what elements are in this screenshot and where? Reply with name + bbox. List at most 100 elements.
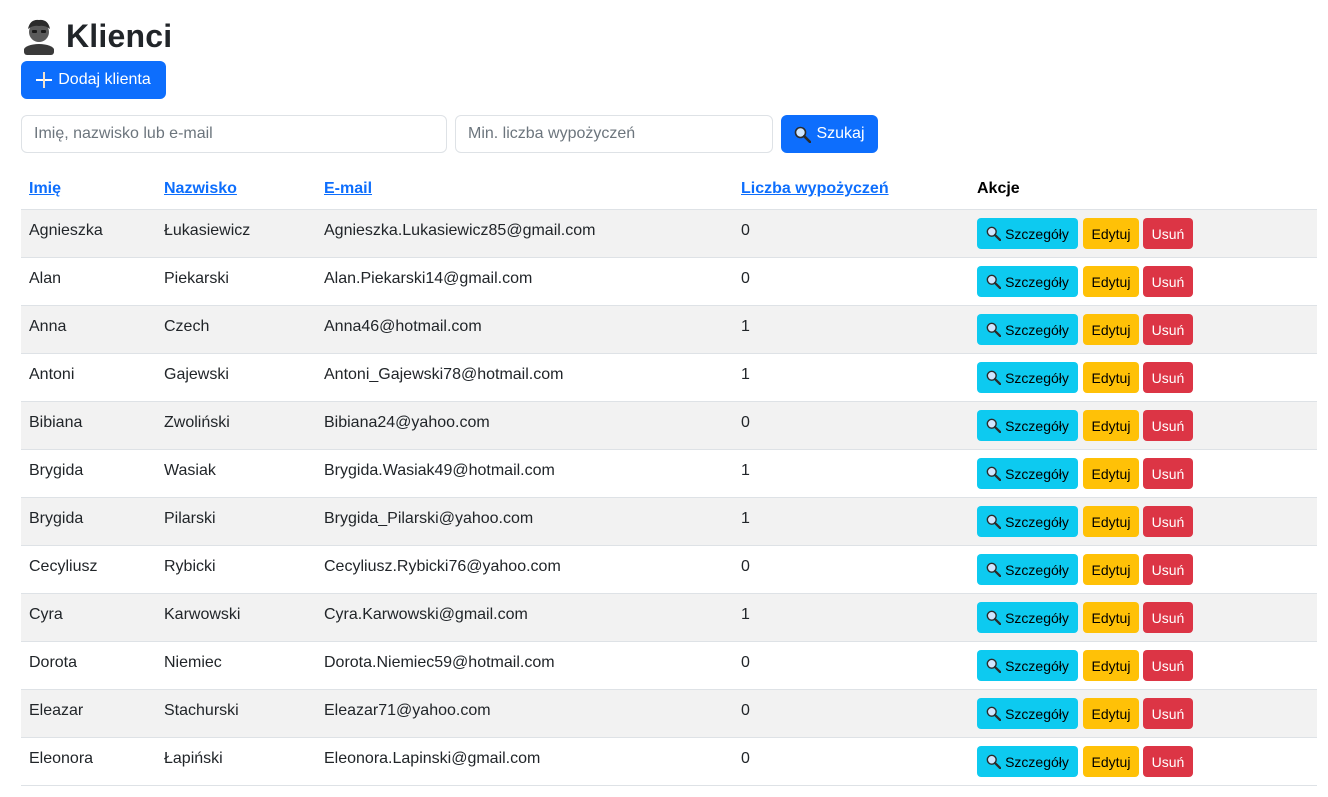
edit-button[interactable]: Edytuj [1083,506,1139,537]
delete-button[interactable]: Usuń [1143,266,1193,297]
table-row: Agnieszka Łukasiewicz Agnieszka.Lukasiewic… [21,210,1317,258]
edit-label: Edytuj [1091,465,1131,482]
sort-email-link[interactable]: E-mail [324,180,372,197]
delete-button[interactable]: Usuń [1143,218,1193,249]
edit-button[interactable]: Edytuj [1083,410,1139,441]
cell-last-name: Karwowski [164,606,241,623]
details-label: Szczegóły [1005,609,1069,626]
edit-button[interactable]: Edytuj [1083,362,1139,393]
cell-email: Alan.Piekarski14@gmail.com [324,270,533,287]
delete-button[interactable]: Usuń [1143,650,1193,681]
delete-button[interactable]: Usuń [1143,506,1193,537]
search-icon [986,274,1002,290]
edit-button[interactable]: Edytuj [1083,218,1139,249]
delete-button[interactable]: Usuń [1143,698,1193,729]
cell-rentals-count: 1 [741,510,750,527]
search-button-label: Szukaj [816,125,865,142]
details-button[interactable]: Szczegóły [977,650,1078,681]
min-rentals-input[interactable] [455,115,773,153]
header-last-name[interactable]: Nazwisko [164,180,237,198]
header-email[interactable]: E-mail [324,180,372,198]
sort-first-name-link[interactable]: Imię [29,180,61,197]
edit-button[interactable]: Edytuj [1083,458,1139,489]
details-label: Szczegóły [1005,273,1069,290]
cell-rentals-count: 0 [741,414,750,431]
details-button[interactable]: Szczegóły [977,410,1078,441]
edit-label: Edytuj [1091,609,1131,626]
edit-button[interactable]: Edytuj [1083,746,1139,777]
cell-rentals-count: 0 [741,750,750,767]
cell-last-name: Niemiec [164,654,222,671]
cell-last-name: Wasiak [164,462,216,479]
table-row: Cyra Karwowski Cyra.Karwowski@gmail.com 1 Sz… [21,594,1317,642]
cell-rentals-count: 1 [741,318,750,335]
edit-label: Edytuj [1091,657,1131,674]
cell-rentals-count: 0 [741,702,750,719]
page-header: Klienci [21,15,172,57]
search-button[interactable]: Szukaj [781,115,878,153]
cell-rentals-count: 1 [741,462,750,479]
cell-first-name: Cyra [29,606,63,623]
search-name-input[interactable] [21,115,447,153]
cell-rentals-count: 0 [741,654,750,671]
header-first-name[interactable]: Imię [29,180,61,198]
header-rentals[interactable]: Liczba wypożyczeń [741,180,889,198]
table-row: Brygida Pilarski Brygida_Pilarski@yahoo.co… [21,498,1317,546]
delete-button[interactable]: Usuń [1143,314,1193,345]
details-button[interactable]: Szczegóły [977,698,1078,729]
edit-button[interactable]: Edytuj [1083,698,1139,729]
cell-last-name: Pilarski [164,510,216,527]
details-button[interactable]: Szczegóły [977,746,1078,777]
edit-button[interactable]: Edytuj [1083,554,1139,585]
cell-rentals-count: 1 [741,606,750,623]
edit-button[interactable]: Edytuj [1083,266,1139,297]
cell-first-name: Dorota [29,654,78,671]
cell-email: Cyra.Karwowski@gmail.com [324,606,528,623]
add-client-button[interactable]: Dodaj klienta [21,61,166,99]
table-row: Antoni Gajewski Antoni_Gajewski78@hotmail.… [21,354,1317,402]
cell-first-name: Anna [29,318,67,335]
delete-button[interactable]: Usuń [1143,458,1193,489]
delete-button[interactable]: Usuń [1143,410,1193,441]
delete-button[interactable]: Usuń [1143,746,1193,777]
cell-email: Brygida.Wasiak49@hotmail.com [324,462,555,479]
cell-email: Brygida_Pilarski@yahoo.com [324,510,534,527]
edit-button[interactable]: Edytuj [1083,314,1139,345]
table-row: Cecyliusz Rybicki Cecyliusz.Rybicki76@yaho… [21,546,1317,594]
sort-last-name-link[interactable]: Nazwisko [164,180,237,197]
edit-button[interactable]: Edytuj [1083,602,1139,633]
details-label: Szczegóły [1005,225,1069,242]
search-icon [986,466,1002,482]
edit-label: Edytuj [1091,561,1131,578]
details-button[interactable]: Szczegóły [977,506,1078,537]
details-label: Szczegóły [1005,705,1069,722]
cell-last-name: Stachurski [164,702,239,719]
edit-label: Edytuj [1091,273,1131,290]
cell-first-name: Cecyliusz [29,558,98,575]
cell-last-name: Rybicki [164,558,216,575]
details-button[interactable]: Szczegóły [977,314,1078,345]
details-button[interactable]: Szczegóły [977,602,1078,633]
cell-email: Bibiana24@yahoo.com [324,414,490,431]
cell-rentals-count: 1 [741,366,750,383]
details-label: Szczegóły [1005,369,1069,386]
add-client-label: Dodaj klienta [58,71,151,88]
delete-button[interactable]: Usuń [1143,554,1193,585]
search-icon [986,514,1002,530]
delete-button[interactable]: Usuń [1143,602,1193,633]
details-button[interactable]: Szczegóły [977,458,1078,489]
delete-label: Usuń [1151,753,1185,770]
details-button[interactable]: Szczegóły [977,266,1078,297]
search-icon [986,706,1002,722]
table-row: Eleazar Stachurski Eleazar71@yahoo.com 0 Szc… [21,690,1317,738]
header-actions: Akcje [977,180,1020,197]
edit-label: Edytuj [1091,753,1131,770]
cell-rentals-count: 0 [741,222,750,239]
delete-label: Usuń [1151,225,1185,242]
sort-rentals-link[interactable]: Liczba wypożyczeń [741,180,889,197]
delete-button[interactable]: Usuń [1143,362,1193,393]
details-button[interactable]: Szczegóły [977,362,1078,393]
edit-button[interactable]: Edytuj [1083,650,1139,681]
details-button[interactable]: Szczegóły [977,554,1078,585]
details-button[interactable]: Szczegóły [977,218,1078,249]
